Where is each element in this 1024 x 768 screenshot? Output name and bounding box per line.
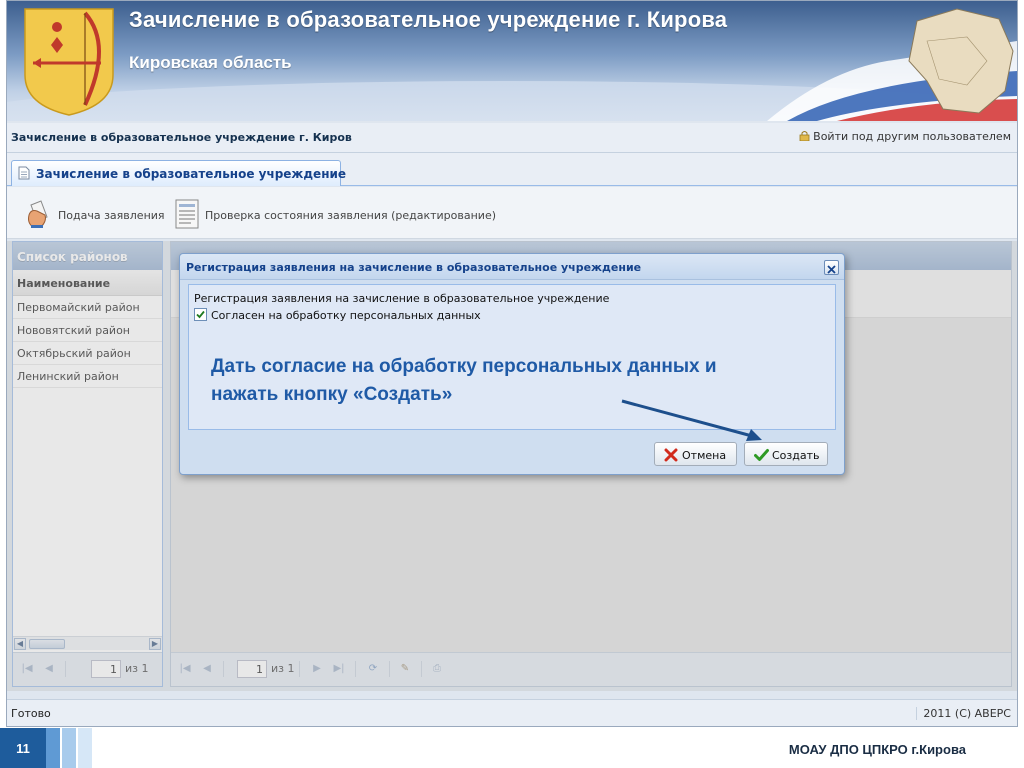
checkbox-box[interactable] bbox=[194, 308, 207, 321]
footer-stripe bbox=[46, 728, 60, 768]
slide-number: 11 bbox=[16, 741, 30, 756]
status-bar: Готово 2011 (С) АВЕРС bbox=[7, 699, 1017, 726]
registration-dialog: Регистрация заявления на зачисление в об… bbox=[179, 253, 845, 475]
footer-stripe bbox=[78, 728, 92, 768]
status-text: Готово bbox=[11, 707, 51, 720]
check-application-status-button[interactable]: Проверка состояния заявления (редактиров… bbox=[173, 199, 503, 229]
cancel-button[interactable]: Отмена bbox=[654, 442, 737, 466]
organization-name: МОАУ ДПО ЦПКРО г.Кирова bbox=[788, 742, 966, 757]
dialog-body-text: Регистрация заявления на зачисление в об… bbox=[194, 292, 610, 305]
banner-subtitle: Кировская область bbox=[129, 53, 292, 72]
login-other-label: Войти под другим пользователем bbox=[813, 130, 1011, 143]
main-toolbar: Подача заявления Проверка состояния заяв… bbox=[7, 187, 1017, 239]
copyright-text: 2011 (С) АВЕРС bbox=[916, 707, 1011, 720]
dialog-title: Регистрация заявления на зачисление в об… bbox=[180, 254, 844, 280]
close-icon bbox=[827, 265, 836, 274]
hand-paper-icon bbox=[28, 200, 48, 228]
checkmark-icon bbox=[196, 310, 205, 319]
consent-label: Согласен на обработку персональных данны… bbox=[211, 309, 481, 322]
check-application-status-label: Проверка состояния заявления (редактиров… bbox=[205, 209, 497, 222]
region-map-flag-icon bbox=[767, 8, 1017, 121]
coat-of-arms-icon bbox=[24, 8, 114, 116]
dialog-close-button[interactable] bbox=[824, 260, 839, 275]
banner-title: Зачисление в образовательное учреждение … bbox=[129, 7, 728, 32]
dialog-body: Регистрация заявления на зачисление в об… bbox=[188, 284, 836, 430]
tab-enrollment-label: Зачисление в образовательное учреждение bbox=[36, 167, 347, 181]
tab-enrollment[interactable]: Зачисление в образовательное учреждение bbox=[11, 160, 346, 186]
login-other-user-link[interactable]: Войти под другим пользователем bbox=[799, 130, 1011, 143]
cancel-label: Отмена bbox=[682, 449, 727, 462]
slide-number-box: 11 bbox=[0, 728, 60, 768]
document-icon bbox=[18, 166, 30, 180]
header-banner: Зачисление в образовательное учреждение … bbox=[7, 1, 1017, 121]
top-bar: Зачисление в образовательное учреждение … bbox=[7, 123, 1017, 153]
consent-checkbox[interactable]: Согласен на обработку персональных данны… bbox=[194, 308, 481, 322]
red-x-icon bbox=[664, 448, 678, 462]
breadcrumb: Зачисление в образовательное учреждение … bbox=[11, 131, 352, 144]
slide-canvas: Зачисление в образовательное учреждение … bbox=[0, 0, 1024, 768]
submit-application-button[interactable]: Подача заявления bbox=[23, 199, 165, 228]
instruction-annotation: Дать согласие на обработку персональных … bbox=[211, 356, 717, 405]
footer-stripe bbox=[62, 728, 76, 768]
submit-application-label: Подача заявления bbox=[58, 209, 165, 222]
lock-icon bbox=[799, 131, 810, 141]
create-button[interactable]: Создать bbox=[744, 442, 828, 466]
tab-strip: Зачисление в образовательное учреждение bbox=[7, 153, 1017, 186]
form-list-icon bbox=[175, 199, 199, 229]
create-label: Создать bbox=[772, 449, 820, 462]
green-check-icon bbox=[754, 449, 769, 461]
